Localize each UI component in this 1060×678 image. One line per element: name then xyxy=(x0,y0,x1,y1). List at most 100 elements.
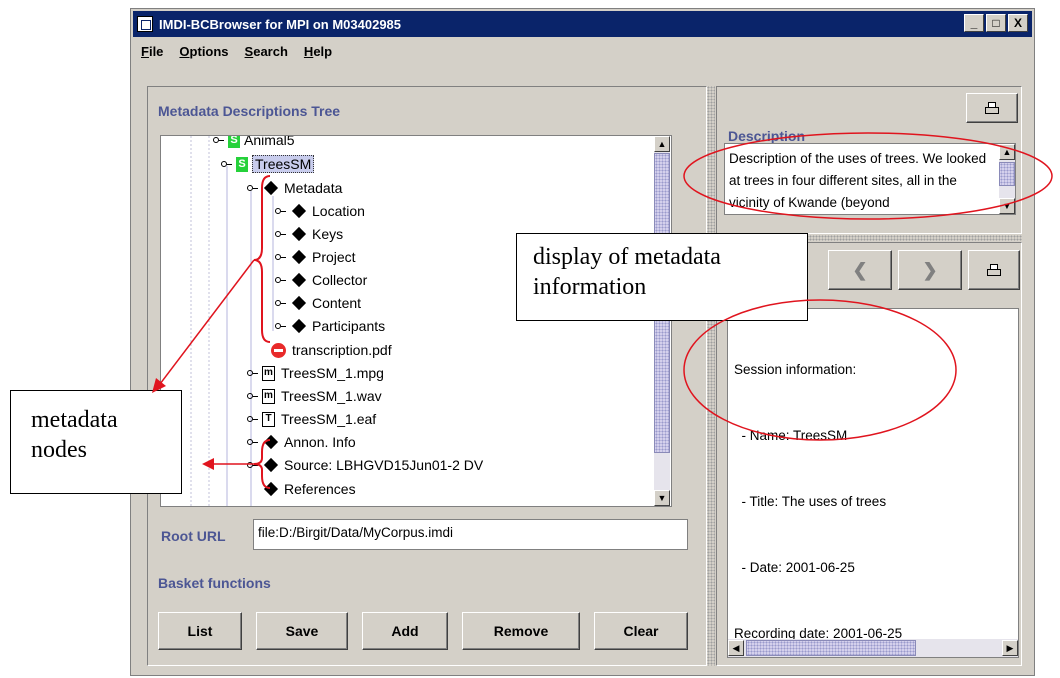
menu-search[interactable]: Search xyxy=(245,44,288,59)
description-title: Description xyxy=(728,128,806,144)
node-label: References xyxy=(284,481,356,497)
app-icon xyxy=(137,16,153,32)
window-title: IMDI-BCBrowser for MPI on M03402985 xyxy=(159,16,402,32)
collapse-handle-icon[interactable] xyxy=(247,184,258,192)
back-arrow-icon: ❮ xyxy=(852,259,868,280)
tree-node-participants[interactable]: Participants xyxy=(275,315,385,337)
remove-button[interactable]: Remove xyxy=(462,612,580,650)
diamond-icon xyxy=(291,295,307,311)
expand-handle-icon[interactable] xyxy=(213,136,224,144)
menu-help[interactable]: Help xyxy=(304,44,332,59)
expand-handle-icon[interactable] xyxy=(275,253,286,261)
root-url-label: Root URL xyxy=(161,528,226,544)
scroll-down-icon[interactable]: ▼ xyxy=(654,490,670,506)
info-line: - Title: The uses of trees xyxy=(734,494,887,509)
title-bar: IMDI-BCBrowser for MPI on M03402985 _ □ … xyxy=(133,11,1032,37)
node-label: Collector xyxy=(312,272,368,288)
scroll-thumb[interactable] xyxy=(999,162,1015,186)
description-print-button[interactable] xyxy=(966,93,1018,123)
tree-node-content[interactable]: Content xyxy=(275,292,361,314)
node-label: Metadata xyxy=(284,180,343,196)
expand-handle-icon[interactable] xyxy=(247,392,258,400)
scroll-thumb[interactable] xyxy=(746,640,916,656)
minimize-button[interactable]: _ xyxy=(964,14,984,32)
callout-text: display of metadata information xyxy=(533,244,721,300)
diamond-icon xyxy=(291,272,307,288)
tree-node-project[interactable]: Project xyxy=(275,246,356,268)
expand-handle-icon[interactable] xyxy=(275,207,286,215)
tree-node-transcription[interactable]: transcription.pdf xyxy=(271,339,392,361)
collapse-handle-icon[interactable] xyxy=(221,160,232,168)
scroll-down-icon[interactable]: ▼ xyxy=(999,198,1015,214)
expand-handle-icon[interactable] xyxy=(275,299,286,307)
tree-node-source[interactable]: Source: LBHGVD15Jun01-2 DV xyxy=(247,454,483,476)
diamond-icon xyxy=(263,481,279,497)
node-label: Animal5 xyxy=(244,135,295,148)
tree-panel-title: Metadata Descriptions Tree xyxy=(158,103,341,119)
tree-node-wav[interactable]: m TreesSM_1.wav xyxy=(247,385,382,407)
expand-handle-icon[interactable] xyxy=(275,230,286,238)
back-button[interactable]: ❮ xyxy=(828,250,892,290)
tree-node-location[interactable]: Location xyxy=(275,200,365,222)
diamond-icon xyxy=(263,457,279,473)
node-label: Project xyxy=(312,249,356,265)
menu-options[interactable]: Options xyxy=(179,44,228,59)
tree-node-treessm[interactable]: S TreesSM xyxy=(221,153,315,175)
expand-handle-icon[interactable] xyxy=(247,369,258,377)
expand-handle-icon[interactable] xyxy=(275,322,286,330)
forward-button[interactable]: ❯ xyxy=(898,250,962,290)
root-url-field[interactable]: file:D:/Birgit/Data/MyCorpus.imdi xyxy=(253,519,688,550)
tree-node-keys[interactable]: Keys xyxy=(275,223,343,245)
add-button[interactable]: Add xyxy=(362,612,448,650)
callout-text: metadata nodes xyxy=(31,407,118,463)
expand-handle-icon[interactable] xyxy=(275,276,286,284)
vertical-splitter[interactable] xyxy=(707,86,715,666)
info-print-button[interactable] xyxy=(968,250,1020,290)
node-label: TreesSM xyxy=(252,155,315,173)
diamond-icon xyxy=(291,226,307,242)
list-button[interactable]: List xyxy=(158,612,242,650)
node-label: Source: LBHGVD15Jun01-2 DV xyxy=(284,457,484,473)
tree-node-metadata[interactable]: Metadata xyxy=(247,177,342,199)
close-button[interactable]: X xyxy=(1008,14,1028,32)
node-label: Keys xyxy=(312,226,344,242)
session-icon: S xyxy=(236,156,248,172)
basket-functions-title: Basket functions xyxy=(158,575,271,591)
expand-handle-icon[interactable] xyxy=(247,461,258,469)
description-scrollbar[interactable]: ▲ ▼ xyxy=(999,144,1015,214)
callout-metadata-information: display of metadata information xyxy=(516,233,808,321)
menu-file[interactable]: File xyxy=(141,44,163,59)
info-line: Session information: xyxy=(734,362,857,377)
scroll-up-icon[interactable]: ▲ xyxy=(999,144,1015,160)
tree-node-annon-info[interactable]: Annon. Info xyxy=(247,431,356,453)
scroll-up-icon[interactable]: ▲ xyxy=(654,136,670,152)
scroll-left-icon[interactable]: ◀ xyxy=(728,640,744,656)
node-label: TreesSM_1.wav xyxy=(281,388,382,404)
tree-node-references[interactable]: References xyxy=(262,478,356,500)
session-icon: S xyxy=(228,136,240,148)
node-label: Annon. Info xyxy=(284,434,356,450)
tree-node-mpg[interactable]: m TreesSM_1.mpg xyxy=(247,362,384,384)
tree-node-eaf[interactable]: T TreesSM_1.eaf xyxy=(247,408,376,430)
diamond-icon xyxy=(263,180,279,196)
maximize-button[interactable]: □ xyxy=(986,14,1006,32)
expand-handle-icon[interactable] xyxy=(247,415,258,423)
media-icon: m xyxy=(262,388,275,404)
media-icon: m xyxy=(262,365,275,381)
expand-handle-icon[interactable] xyxy=(247,438,258,446)
info-line: - Name: TreesSM xyxy=(734,428,848,443)
save-button[interactable]: Save xyxy=(256,612,348,650)
clear-button[interactable]: Clear xyxy=(594,612,688,650)
printer-icon xyxy=(987,264,1001,276)
diamond-icon xyxy=(263,434,279,450)
callout-metadata-nodes: metadata nodes xyxy=(10,390,182,494)
diamond-icon xyxy=(291,249,307,265)
forward-arrow-icon: ❯ xyxy=(922,259,938,280)
tree-node-collector[interactable]: Collector xyxy=(275,269,367,291)
diamond-icon xyxy=(291,203,307,219)
info-line: - Date: 2001-06-25 xyxy=(734,560,855,575)
tree-vertical-scrollbar[interactable]: ▲ ▼ xyxy=(654,136,670,506)
tree-node-animal5[interactable]: S Animal5 xyxy=(213,135,295,151)
scroll-right-icon[interactable]: ▶ xyxy=(1002,640,1018,656)
info-horizontal-scrollbar[interactable]: ◀ ▶ xyxy=(728,639,1018,657)
